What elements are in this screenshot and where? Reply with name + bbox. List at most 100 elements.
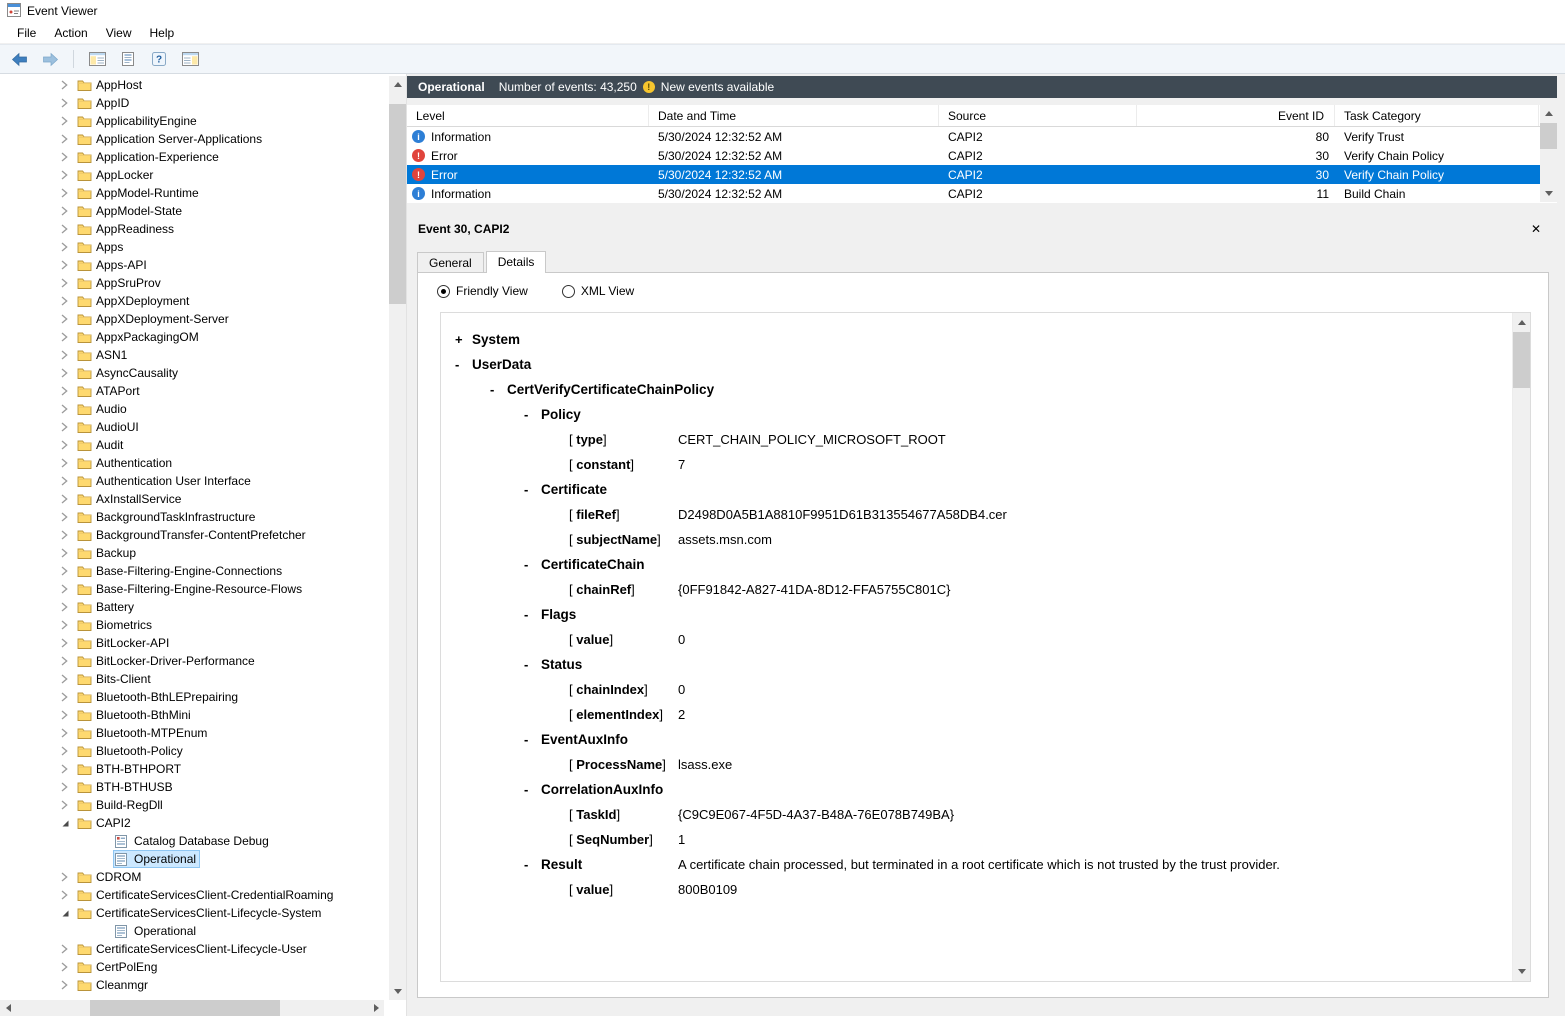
chevron-right-icon[interactable] [60,458,76,468]
tree-item-application-experience[interactable]: Application-Experience [0,148,389,166]
tree-item-bluetooth-mtpenum[interactable]: Bluetooth-MTPEnum [0,724,389,742]
tree-item-axinstallservice[interactable]: AxInstallService [0,490,389,508]
tree-horizontal-scrollbar[interactable] [0,1000,384,1016]
chevron-right-icon[interactable] [60,584,76,594]
menu-view[interactable]: View [97,23,141,43]
tree-item-bth-bthusb[interactable]: BTH-BTHUSB [0,778,389,796]
column-header-task-category[interactable]: Task Category [1335,105,1539,126]
tree-item-authentication[interactable]: Authentication [0,454,389,472]
tree-item-asynccausality[interactable]: AsyncCausality [0,364,389,382]
chevron-right-icon[interactable] [60,692,76,702]
close-icon[interactable]: ✕ [1527,222,1545,236]
event-row[interactable]: ! Error 5/30/2024 12:32:52 AM CAPI2 30 Verify… [407,146,1557,165]
chevron-right-icon[interactable] [60,710,76,720]
column-header-date-and-time[interactable]: Date and Time [649,105,939,126]
tree-item-base-filtering-engine-resource-flows[interactable]: Base-Filtering-Engine-Resource-Flows [0,580,389,598]
chevron-right-icon[interactable] [60,386,76,396]
chevron-down-icon[interactable] [60,818,76,828]
tree-item-bluetooth-bthmini[interactable]: Bluetooth-BthMini [0,706,389,724]
tree-item-apphost[interactable]: AppHost [0,76,389,94]
tab-details[interactable]: Details [485,251,547,273]
collapse-icon[interactable]: - [524,852,541,877]
detail-scroll-up-button[interactable] [1513,314,1530,331]
chevron-right-icon[interactable] [60,962,76,972]
tree-item-appid[interactable]: AppID [0,94,389,112]
action-pane-icon[interactable] [179,48,201,70]
tab-general[interactable]: General [417,252,484,272]
detail-vertical-scrollbar[interactable] [1512,313,1530,981]
tree-item-operational[interactable]: Operational [0,850,389,868]
expand-icon[interactable]: + [455,327,472,352]
chevron-right-icon[interactable] [60,80,76,90]
tree-item-applicabilityengine[interactable]: ApplicabilityEngine [0,112,389,130]
chevron-right-icon[interactable] [60,746,76,756]
tree-item-bth-bthport[interactable]: BTH-BTHPORT [0,760,389,778]
tree-item-backgroundtransfer-contentprefetcher[interactable]: BackgroundTransfer-ContentPrefetcher [0,526,389,544]
chevron-right-icon[interactable] [60,296,76,306]
tree-scroll-right-button[interactable] [368,1000,384,1016]
tree-item-battery[interactable]: Battery [0,598,389,616]
chevron-right-icon[interactable] [60,260,76,270]
chevron-right-icon[interactable] [60,170,76,180]
tree-item-authentication-user-interface[interactable]: Authentication User Interface [0,472,389,490]
chevron-right-icon[interactable] [60,116,76,126]
chevron-right-icon[interactable] [60,350,76,360]
tree-vertical-scrollbar[interactable] [389,76,406,1000]
tree-item-bluetooth-policy[interactable]: Bluetooth-Policy [0,742,389,760]
collapse-icon[interactable]: - [524,477,541,502]
tree-item-appxdeployment-server[interactable]: AppXDeployment-Server [0,310,389,328]
chevron-right-icon[interactable] [60,314,76,324]
tree-item-catalog-database-debug[interactable]: Catalog Database Debug [0,832,389,850]
chevron-right-icon[interactable] [60,548,76,558]
table-vertical-scroll-thumb[interactable] [1540,123,1557,149]
chevron-right-icon[interactable] [60,224,76,234]
chevron-right-icon[interactable] [60,206,76,216]
tree-item-appxpackagingom[interactable]: AppxPackagingOM [0,328,389,346]
collapse-icon[interactable]: - [524,402,541,427]
table-vertical-scrollbar[interactable] [1540,105,1557,202]
tree-item-asn1[interactable]: ASN1 [0,346,389,364]
chevron-right-icon[interactable] [60,368,76,378]
collapse-icon[interactable]: - [524,727,541,752]
tree-item-base-filtering-engine-connections[interactable]: Base-Filtering-Engine-Connections [0,562,389,580]
forward-icon[interactable] [39,48,61,70]
tree-item-appsruprov[interactable]: AppSruProv [0,274,389,292]
event-row[interactable]: i Information 5/30/2024 12:32:52 AM CAPI2 11… [407,184,1557,203]
tree-item-ataport[interactable]: ATAPort [0,382,389,400]
event-row[interactable]: ! Error 5/30/2024 12:32:52 AM CAPI2 30 Verify… [407,165,1557,184]
tree-item-audit[interactable]: Audit [0,436,389,454]
back-icon[interactable] [8,48,30,70]
tree-item-certificateservicesclient-credentialroaming[interactable]: CertificateServicesClient-CredentialRoam… [0,886,389,904]
chevron-down-icon[interactable] [60,908,76,918]
tree-item-bitlocker-api[interactable]: BitLocker-API [0,634,389,652]
menu-help[interactable]: Help [141,23,184,43]
tree-item-appreadiness[interactable]: AppReadiness [0,220,389,238]
chevron-right-icon[interactable] [60,278,76,288]
column-header-event-id[interactable]: Event ID [1137,105,1335,126]
chevron-right-icon[interactable] [60,404,76,414]
tree-item-backup[interactable]: Backup [0,544,389,562]
event-row[interactable]: i Information 5/30/2024 12:32:52 AM CAPI2 80… [407,127,1557,146]
collapse-icon[interactable]: - [524,602,541,627]
chevron-right-icon[interactable] [60,800,76,810]
chevron-right-icon[interactable] [60,728,76,738]
detail-scroll-down-button[interactable] [1513,963,1530,980]
help-icon[interactable]: ? [148,48,170,70]
tree-item-audio[interactable]: Audio [0,400,389,418]
tree-item-application-server-applications[interactable]: Application Server-Applications [0,130,389,148]
chevron-right-icon[interactable] [60,188,76,198]
chevron-right-icon[interactable] [60,674,76,684]
tree-item-apps-api[interactable]: Apps-API [0,256,389,274]
menu-action[interactable]: Action [45,23,96,43]
tree-item-capi2[interactable]: CAPI2 [0,814,389,832]
collapse-icon[interactable]: - [490,377,507,402]
collapse-icon[interactable]: - [455,352,472,377]
chevron-right-icon[interactable] [60,440,76,450]
chevron-right-icon[interactable] [60,872,76,882]
tree-item-appxdeployment[interactable]: AppXDeployment [0,292,389,310]
export-icon[interactable] [117,48,139,70]
column-header-level[interactable]: Level [407,105,649,126]
tree-item-appmodel-state[interactable]: AppModel-State [0,202,389,220]
chevron-right-icon[interactable] [60,764,76,774]
console-tree-icon[interactable] [86,48,108,70]
